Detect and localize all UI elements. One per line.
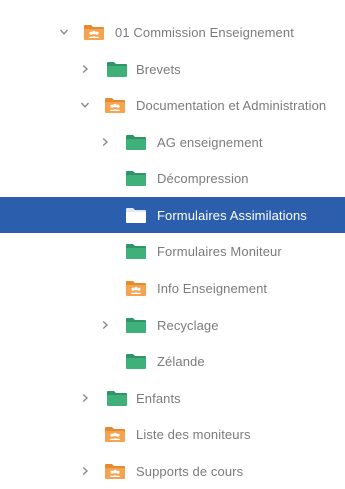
tree-item-supports-de-cours[interactable]: Supports de cours: [0, 453, 345, 489]
tree-item-brevets[interactable]: Brevets: [0, 51, 345, 87]
tree-item-liste-des-moniteurs[interactable]: Liste des moniteurs: [0, 416, 345, 452]
folder-tree: 01 Commission Enseignement Brevets Docum…: [0, 0, 345, 482]
shared-folder-icon: [104, 96, 126, 114]
tree-item-info-enseignement[interactable]: Info Enseignement: [0, 270, 345, 306]
tree-item-label: AG enseignement: [157, 134, 263, 150]
chevron-right-icon[interactable]: [77, 463, 93, 479]
tree-item-label: Documentation et Administration: [136, 97, 327, 113]
folder-icon: [125, 242, 147, 260]
tree-item-documentation-et-administration[interactable]: Documentation et Administration: [0, 87, 345, 123]
tree-item-label: Zélande: [157, 353, 205, 369]
shared-folder-icon: [83, 23, 105, 41]
folder-icon: [125, 169, 147, 187]
tree-item-label: Enfants: [136, 390, 181, 406]
tree-item-decompression[interactable]: Décompression: [0, 160, 345, 196]
chevron-down-icon[interactable]: [77, 97, 93, 113]
tree-item-label: Brevets: [136, 61, 181, 77]
chevron-right-icon[interactable]: [97, 134, 113, 150]
tree-item-label: Décompression: [157, 170, 249, 186]
folder-icon: [125, 352, 147, 370]
chevron-right-icon[interactable]: [97, 317, 113, 333]
tree-item-label: Liste des moniteurs: [136, 426, 251, 442]
shared-folder-icon: [104, 425, 126, 443]
folder-icon: [106, 60, 128, 78]
folder-icon: [125, 316, 147, 334]
tree-item-enfants[interactable]: Enfants: [0, 380, 345, 416]
chevron-right-icon[interactable]: [77, 390, 93, 406]
tree-item-formulaires-assimilations[interactable]: Formulaires Assimilations: [0, 197, 345, 233]
folder-icon: [106, 389, 128, 407]
tree-item-formulaires-moniteur[interactable]: Formulaires Moniteur: [0, 233, 345, 269]
tree-item-zelande[interactable]: Zélande: [0, 343, 345, 379]
shared-folder-icon: [104, 462, 126, 480]
tree-item-01-commission-enseignement[interactable]: 01 Commission Enseignement: [0, 14, 345, 50]
tree-item-label: Recyclage: [157, 317, 219, 333]
tree-item-ag-enseignement[interactable]: AG enseignement: [0, 124, 345, 160]
chevron-down-icon[interactable]: [56, 24, 72, 40]
tree-item-label: Info Enseignement: [157, 280, 268, 296]
folder-icon: [125, 206, 147, 224]
tree-item-label: Supports de cours: [136, 463, 244, 479]
chevron-right-icon[interactable]: [77, 61, 93, 77]
folder-icon: [125, 133, 147, 151]
tree-item-recyclage[interactable]: Recyclage: [0, 307, 345, 343]
shared-folder-icon: [125, 279, 147, 297]
tree-item-label: Formulaires Assimilations: [157, 207, 307, 223]
tree-item-label: Formulaires Moniteur: [157, 243, 282, 259]
tree-item-label: 01 Commission Enseignement: [115, 24, 294, 40]
